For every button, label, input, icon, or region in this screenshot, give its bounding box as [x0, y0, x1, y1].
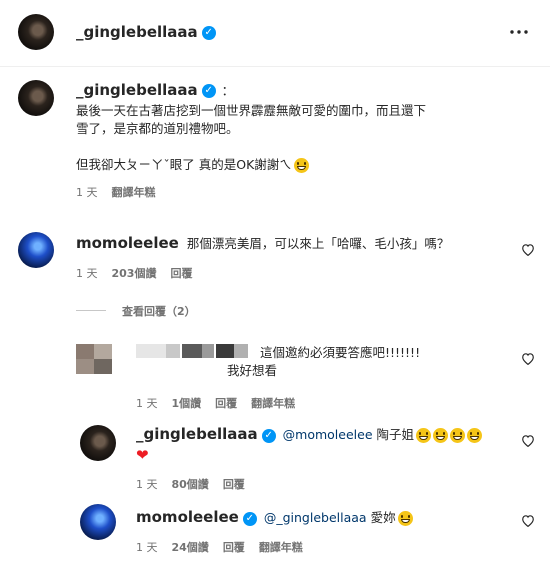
caption-line-3-text: 但我卻大ㄆㄧㄚˇ眼了 真的是OK謝謝ㄟ: [76, 157, 292, 172]
caption-line-3: 但我卻大ㄆㄧㄚˇ眼了 真的是OK謝謝ㄟ: [76, 156, 536, 174]
caption-line-2: 雪了，是京都的道別禮物吧。: [76, 121, 239, 136]
verified-badge-icon: ✓: [201, 25, 216, 40]
reply-text-line-1: 這個邀約必須要答應吧!!!!!!!: [260, 345, 421, 360]
comment-time[interactable]: 1 天: [76, 267, 98, 280]
reply-username[interactable]: momoleelee: [136, 508, 239, 526]
comment-likes[interactable]: 203個讚: [112, 267, 157, 280]
comment-avatar-momoleelee[interactable]: [18, 232, 54, 268]
laughing-emoji-icon: [433, 428, 449, 443]
comment-meta: 1 天 203個讚 回覆: [76, 265, 506, 281]
more-options-icon[interactable]: [509, 22, 529, 42]
reply-body: momoleelee ✓ @_ginglebellaaa 愛妳 1 天 24個讚 回覆…: [136, 508, 506, 555]
like-heart-icon[interactable]: [521, 434, 535, 447]
caption-separator: ：: [221, 83, 235, 98]
reply-text-line-2: 我好想看: [227, 363, 278, 378]
reply-likes[interactable]: 80個讚: [172, 478, 209, 491]
face-blowing-kiss-emoji-icon: [397, 511, 413, 526]
reply-mention[interactable]: @_ginglebellaaa: [264, 510, 367, 525]
view-replies-button[interactable]: 查看回覆（2）: [122, 303, 196, 319]
reply-username-blurred[interactable]: [136, 344, 256, 358]
caption-time[interactable]: 1 天: [76, 186, 98, 199]
reply-body: _ginglebellaaa ✓ @momoleelee 陶子姐 ❤ 1 天 80個…: [136, 425, 506, 492]
like-heart-icon[interactable]: [521, 243, 535, 256]
like-heart-icon[interactable]: [521, 514, 535, 527]
reply-time[interactable]: 1 天: [136, 397, 158, 410]
caption-avatar[interactable]: [18, 80, 54, 116]
red-heart-emoji-icon: ❤: [136, 446, 149, 464]
reply-meta: 1 天 80個讚 回覆: [136, 476, 506, 492]
header-username[interactable]: _ginglebellaaa: [76, 23, 198, 41]
header-divider: [0, 66, 550, 67]
header-avatar[interactable]: [18, 14, 54, 50]
reply-text: 陶子姐: [376, 427, 415, 442]
reply-avatar-blurred[interactable]: [76, 344, 112, 374]
reply-likes[interactable]: 1個讚: [172, 397, 202, 410]
grinning-face-emoji-icon: [293, 158, 309, 173]
reply-meta: 1 天 24個讚 回覆 翻譯年糕: [136, 539, 506, 555]
reply-translate-link[interactable]: 翻譯年糕: [259, 541, 303, 554]
reply-reply-button[interactable]: 回覆: [223, 541, 245, 554]
caption-username[interactable]: _ginglebellaaa: [76, 81, 198, 99]
caption-body: _ginglebellaaa ✓ ： 最後一天在古著店挖到一個世界霹靂無敵可愛的圍巾…: [76, 80, 536, 200]
reply-time[interactable]: 1 天: [136, 541, 158, 554]
reply-time[interactable]: 1 天: [136, 478, 158, 491]
comment-username[interactable]: momoleelee: [76, 234, 179, 252]
verified-badge-icon: ✓: [201, 83, 216, 98]
reply-avatar-momoleelee[interactable]: [80, 504, 116, 540]
reply-mention[interactable]: @momoleelee: [283, 427, 373, 442]
reply-reply-button[interactable]: 回覆: [215, 397, 237, 410]
comment-text: 那個漂亮美眉，可以來上「哈囉、毛小孩」嗎？: [186, 236, 450, 251]
reply-meta: 1 天 1個讚 回覆 翻譯年糕: [136, 395, 309, 411]
header-username-row: _ginglebellaaa ✓: [76, 22, 216, 41]
laughing-emoji-icon: [416, 428, 432, 443]
reply-text: 愛妳: [370, 510, 396, 525]
view-replies-line: [76, 310, 106, 311]
reply-username[interactable]: _ginglebellaaa: [136, 425, 258, 443]
comment-reply-button[interactable]: 回覆: [170, 267, 192, 280]
laughing-emoji-icon: [467, 428, 483, 443]
reply-reply-button[interactable]: 回覆: [223, 478, 245, 491]
caption-meta: 1 天 翻譯年糕: [76, 184, 536, 200]
verified-badge-icon: ✓: [242, 511, 257, 526]
comment-body: momoleelee 那個漂亮美眉，可以來上「哈囉、毛小孩」嗎？ 1 天 203個…: [76, 234, 506, 281]
laughing-emoji-icon: [450, 428, 466, 443]
like-heart-icon[interactable]: [521, 352, 535, 365]
caption-line-1: 最後一天在古著店挖到一個世界霹靂無敵可愛的圍巾，而且還下: [76, 103, 427, 118]
reply-likes[interactable]: 24個讚: [172, 541, 209, 554]
reply-avatar-ginglebellaaa[interactable]: [80, 425, 116, 461]
verified-badge-icon: ✓: [261, 428, 276, 443]
caption-translate-link[interactable]: 翻譯年糕: [112, 186, 156, 199]
reply-translate-link[interactable]: 翻譯年糕: [251, 397, 295, 410]
